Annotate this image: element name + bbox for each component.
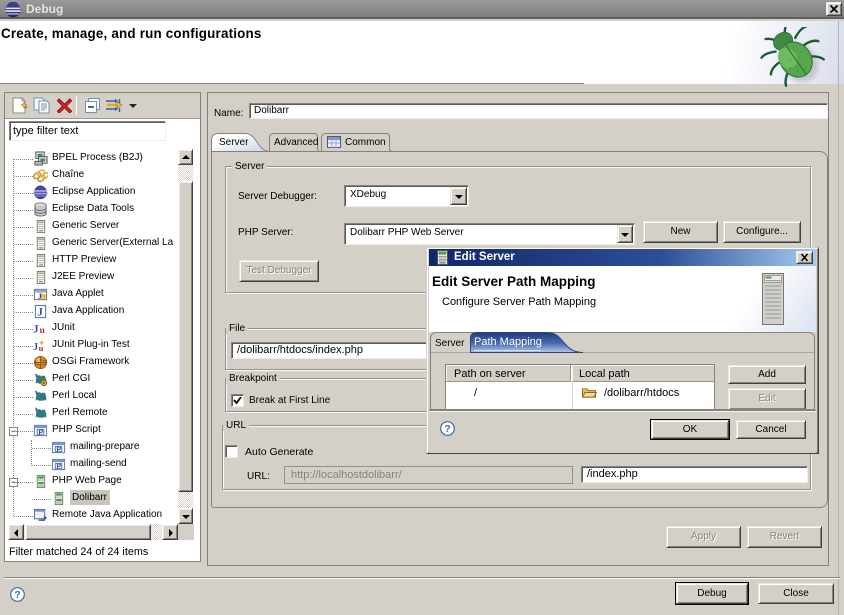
svg-text:?: ? [444, 424, 450, 435]
svg-text:?: ? [14, 590, 20, 601]
